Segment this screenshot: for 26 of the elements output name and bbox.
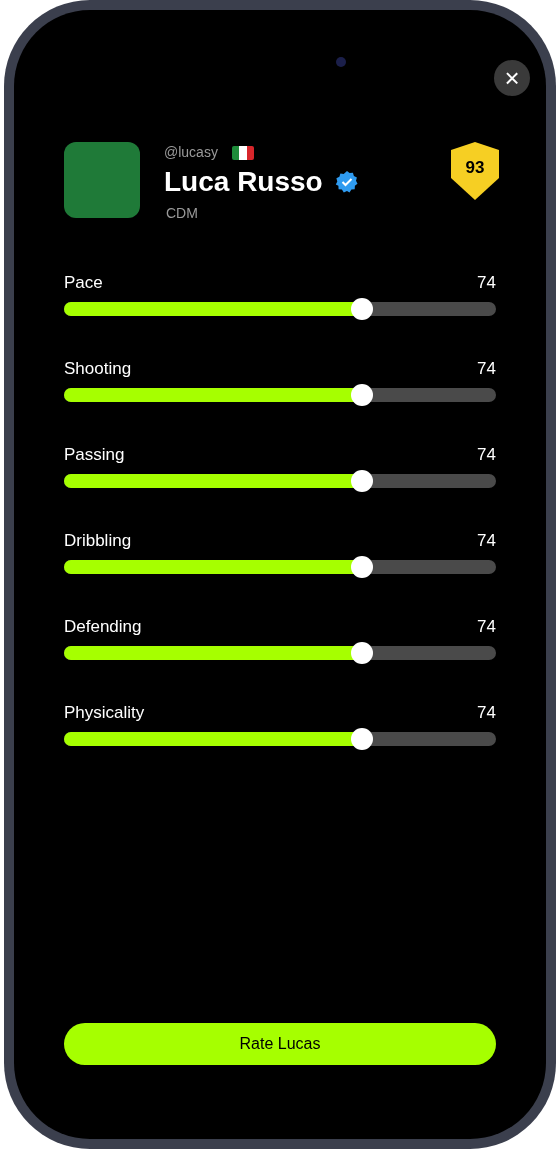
slider-thumb[interactable] xyxy=(351,384,374,406)
slider-thumb[interactable] xyxy=(351,728,374,750)
stat-label: Dribbling xyxy=(64,530,132,552)
camera-lens-icon xyxy=(336,57,346,67)
stat-value: 74 xyxy=(477,444,496,466)
stat-value: 74 xyxy=(477,530,496,552)
stat-label: Defending xyxy=(64,616,142,638)
rating-badge: 93 xyxy=(451,142,499,200)
stat-value: 74 xyxy=(477,702,496,724)
stat-value: 74 xyxy=(477,358,496,380)
username: @lucasy xyxy=(164,143,218,162)
player-name: Luca Russo xyxy=(164,165,323,199)
slider-thumb[interactable] xyxy=(351,470,374,492)
position-label: CDM xyxy=(166,204,199,223)
stat-value: 74 xyxy=(477,272,496,294)
flag-icon xyxy=(231,145,254,160)
rate-button[interactable]: Rate Lucas xyxy=(64,1023,496,1065)
stat-label: Passing xyxy=(64,444,125,466)
slider-thumb[interactable] xyxy=(351,298,374,320)
slider-thumb[interactable] xyxy=(351,556,374,578)
stat-value: 74 xyxy=(477,616,496,638)
stat-label: Shooting xyxy=(64,358,132,380)
slider-thumb[interactable] xyxy=(351,642,374,664)
stat-label: Pace xyxy=(64,272,103,294)
stat-label: Physicality xyxy=(64,702,145,724)
close-button[interactable]: × xyxy=(494,60,530,96)
